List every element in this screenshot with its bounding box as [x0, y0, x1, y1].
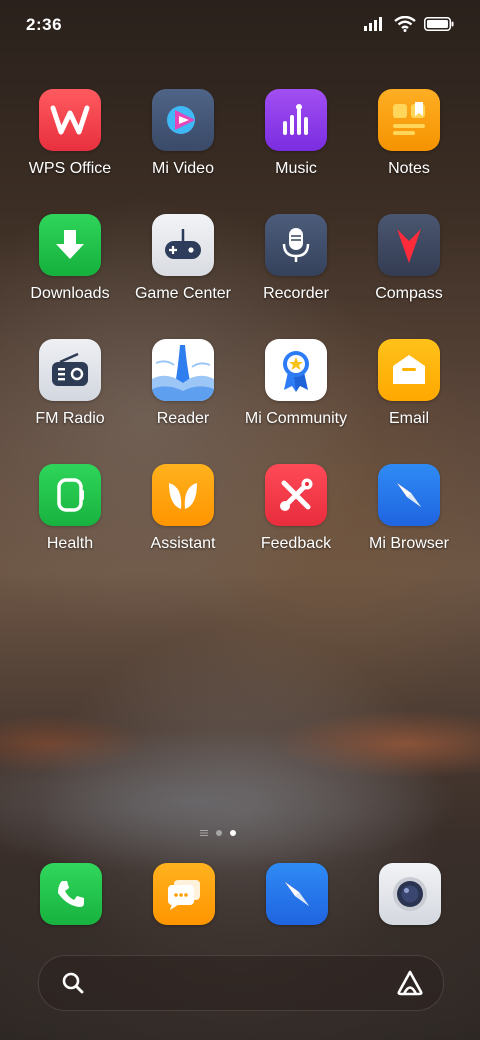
music-icon	[265, 89, 327, 151]
wallpaper-foliage	[0, 660, 480, 800]
game-center-icon	[152, 214, 214, 276]
phone-icon[interactable]	[40, 863, 102, 925]
notes-icon	[378, 89, 440, 151]
app-wps-office[interactable]: WPS Office	[14, 89, 126, 178]
reader-icon	[152, 339, 214, 401]
search-icon[interactable]	[61, 971, 85, 1000]
downloads-icon	[39, 214, 101, 276]
page-indicator	[200, 830, 236, 836]
page-dot-active[interactable]	[230, 830, 236, 836]
app-game-center[interactable]: Game Center	[127, 214, 239, 303]
app-music[interactable]: Music	[240, 89, 352, 178]
camera-icon[interactable]	[379, 863, 441, 925]
mi-community-icon	[265, 339, 327, 401]
app-mi-browser[interactable]: Mi Browser	[353, 464, 465, 553]
app-label: FM Radio	[35, 410, 105, 427]
mi-browser-icon	[378, 464, 440, 526]
browser-icon[interactable]	[266, 863, 328, 925]
app-label: Mi Video	[152, 160, 214, 177]
app-label: Compass	[375, 285, 443, 302]
app-label: Assistant	[150, 535, 216, 552]
app-health[interactable]: Health	[14, 464, 126, 553]
compass-icon	[378, 214, 440, 276]
app-label: Mi Browser	[368, 535, 449, 552]
signal-icon	[364, 17, 382, 31]
assistant-icon	[152, 464, 214, 526]
app-label: Notes	[388, 160, 430, 177]
app-label: Recorder	[263, 285, 329, 302]
status-icons	[364, 16, 454, 32]
feedback-icon	[265, 464, 327, 526]
app-email[interactable]: Email	[353, 339, 465, 428]
page-dot[interactable]	[216, 830, 222, 836]
app-downloads[interactable]: Downloads	[14, 214, 126, 303]
fm-radio-icon	[39, 339, 101, 401]
battery-icon	[424, 17, 454, 31]
assistant-voice-icon[interactable]	[395, 969, 425, 1002]
app-reader[interactable]: Reader	[127, 339, 239, 428]
app-label: Feedback	[260, 535, 332, 552]
app-label: WPS Office	[28, 160, 112, 177]
app-label: Reader	[156, 410, 210, 427]
health-icon	[39, 464, 101, 526]
mi-video-icon	[152, 89, 214, 151]
app-mi-community[interactable]: Mi Community	[240, 339, 352, 428]
app-label: Health	[46, 535, 94, 552]
app-label: Mi Community	[244, 410, 348, 427]
wps-office-icon	[39, 89, 101, 151]
messaging-icon[interactable]	[153, 863, 215, 925]
recorder-icon	[265, 214, 327, 276]
app-label: Downloads	[30, 285, 110, 302]
email-icon	[378, 339, 440, 401]
app-fm-radio[interactable]: FM Radio	[14, 339, 126, 428]
search-bar[interactable]	[38, 955, 444, 1011]
app-label: Game Center	[134, 285, 232, 302]
app-recorder[interactable]: Recorder	[240, 214, 352, 303]
app-feedback[interactable]: Feedback	[240, 464, 352, 553]
status-bar: 2:36	[0, 0, 480, 50]
page-dot-list[interactable]	[200, 830, 208, 836]
wifi-icon	[394, 16, 416, 32]
app-label: Email	[388, 410, 429, 427]
app-mi-video[interactable]: Mi Video	[127, 89, 239, 178]
app-notes[interactable]: Notes	[353, 89, 465, 178]
app-assistant[interactable]: Assistant	[127, 464, 239, 553]
app-label: Music	[275, 160, 317, 177]
app-compass[interactable]: Compass	[353, 214, 465, 303]
status-time: 2:36	[26, 15, 63, 34]
